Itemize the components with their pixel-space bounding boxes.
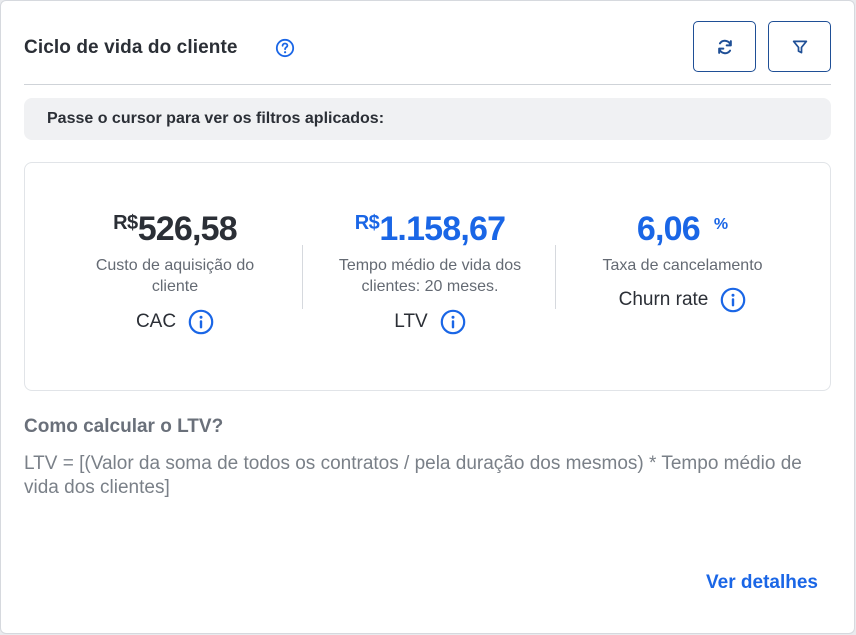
metrics-panel: R$526,58 Custo de aquisição do cliente C…: [24, 162, 831, 391]
card-header: Ciclo de vida do cliente: [24, 21, 831, 73]
churn-label-row: Churn rate: [560, 287, 805, 313]
help-question-icon[interactable]: [275, 38, 295, 58]
ltv-label-row: LTV: [310, 309, 550, 335]
ltv-currency: R$: [354, 212, 380, 234]
view-details-link[interactable]: Ver detalhes: [706, 572, 818, 594]
filter-button[interactable]: [768, 21, 831, 72]
header-divider: [24, 84, 831, 85]
cac-value: 526,58: [137, 210, 238, 248]
ltv-value-row: R$1.158,67: [310, 210, 550, 249]
churn-label: Churn rate: [618, 289, 709, 310]
ltv-formula: LTV = [(Valor da soma de todos os contra…: [24, 453, 802, 498]
ltv-value: 1.158,67: [379, 210, 506, 248]
applied-filters-bar[interactable]: Passe o cursor para ver os filtros aplic…: [24, 98, 831, 140]
refresh-icon: [717, 39, 732, 54]
cac-label: CAC: [135, 311, 177, 332]
filter-icon: [792, 40, 807, 53]
churn-unit: %: [713, 216, 729, 233]
customer-lifecycle-card: Ciclo de vida do cliente Passe o cursor …: [0, 0, 855, 634]
cac-label-row: CAC: [40, 309, 310, 335]
metric-separator: [302, 245, 303, 309]
churn-value-row: 6,06%: [560, 210, 805, 249]
card-title: Ciclo de vida do cliente: [24, 37, 238, 58]
cac-description: Custo de aquisição do cliente: [95, 257, 255, 295]
ltv-description: Tempo médio de vida dos clientes: 20 mes…: [338, 257, 522, 295]
ltv-how-to-title: Como calcular o LTV?: [24, 416, 224, 437]
ltv-info-icon[interactable]: [440, 309, 466, 335]
ltv-label: LTV: [394, 311, 428, 332]
cac-info-icon[interactable]: [188, 309, 214, 335]
cac-currency: R$: [113, 212, 138, 234]
refresh-button[interactable]: [693, 21, 756, 72]
churn-description: Taxa de cancelamento: [602, 257, 763, 274]
cac-value-row: R$526,58: [40, 210, 310, 249]
metric-separator: [555, 245, 556, 309]
applied-filters-hint: Passe o cursor para ver os filtros aplic…: [47, 110, 385, 127]
churn-info-icon[interactable]: [720, 287, 746, 313]
churn-value: 6,06: [636, 210, 701, 248]
